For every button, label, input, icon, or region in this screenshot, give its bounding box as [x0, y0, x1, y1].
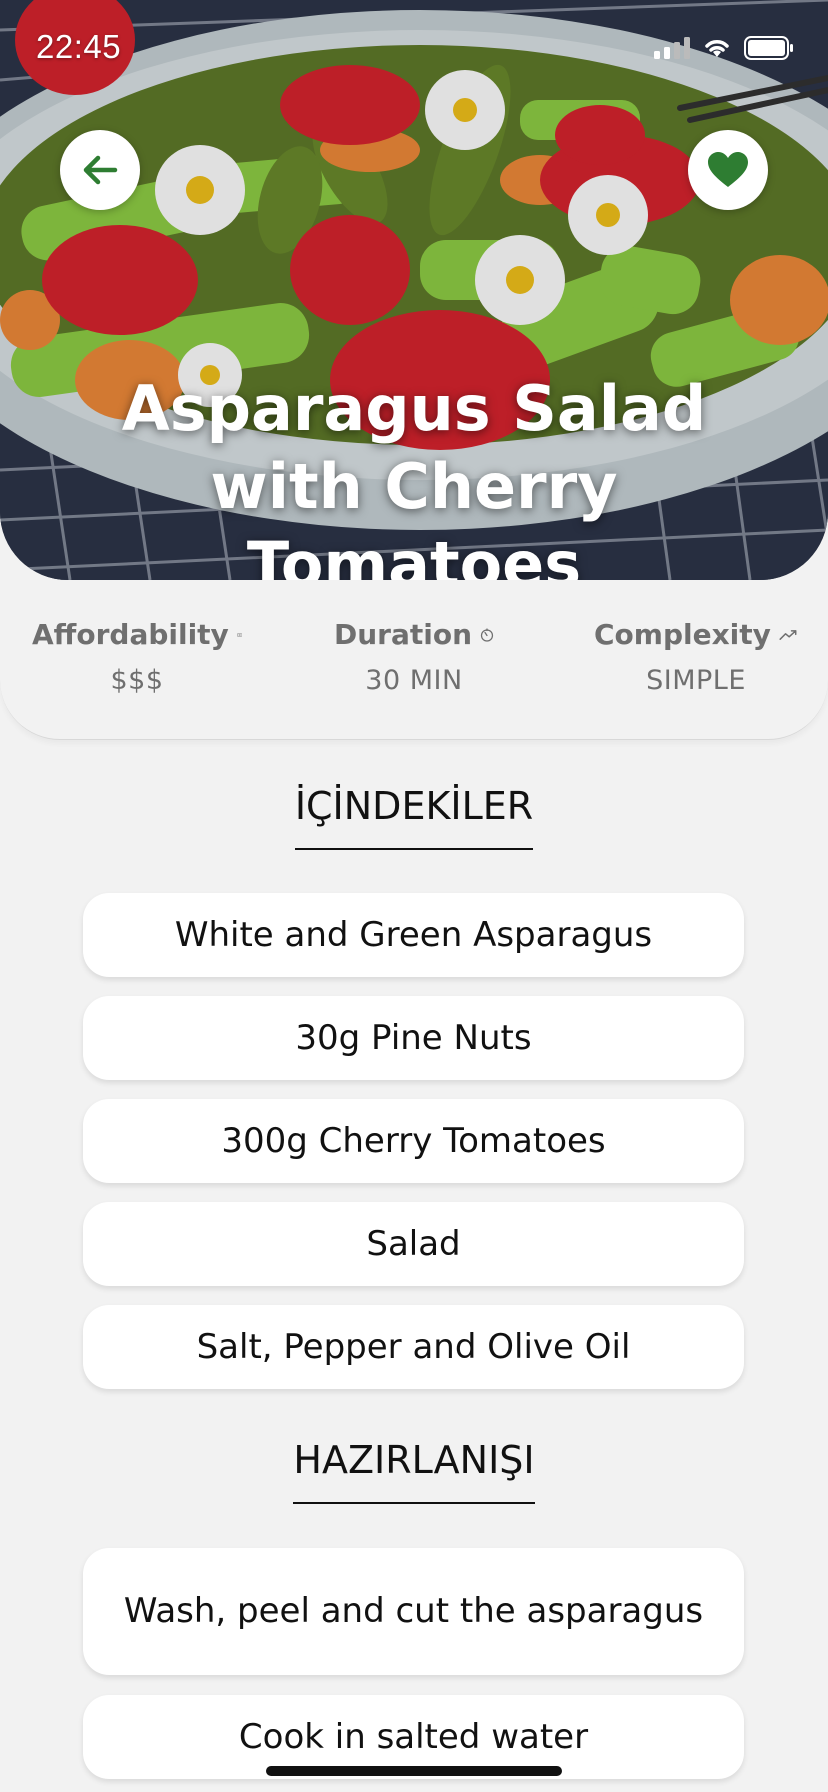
recipe-hero-image: 22:45 Asparagus Salad with Cherry Tomato… — [0, 0, 828, 580]
heart-icon — [708, 152, 748, 187]
trend-icon — [779, 629, 797, 640]
ingredients-heading: İÇİNDEKİLER — [0, 784, 828, 850]
steps-heading: HAZIRLANIŞI — [0, 1438, 828, 1504]
affordability-value: $$$ — [110, 665, 164, 696]
ingredient-item: Salt, Pepper and Olive Oil — [83, 1305, 744, 1389]
signal-icon — [654, 37, 690, 59]
ingredient-item: Salad — [83, 1202, 744, 1286]
duration-info: Duration 30 MIN — [334, 618, 494, 696]
duration-value: 30 MIN — [365, 665, 463, 696]
recipe-title: Asparagus Salad with Cherry Tomatoes — [121, 372, 707, 580]
home-indicator[interactable] — [266, 1766, 562, 1776]
affordability-label: Affordability — [32, 618, 229, 651]
arrow-left-icon — [83, 155, 118, 185]
status-icons — [654, 36, 794, 60]
ingredient-item: White and Green Asparagus — [83, 893, 744, 977]
complexity-value: SIMPLE — [646, 665, 746, 696]
duration-label: Duration — [334, 618, 473, 651]
step-item: Wash, peel and cut the asparagus — [83, 1548, 744, 1675]
status-time: 22:45 — [36, 28, 122, 65]
complexity-info: Complexity SIMPLE — [594, 618, 798, 696]
battery-icon — [744, 36, 793, 60]
ingredient-item: 300g Cherry Tomatoes — [83, 1099, 744, 1183]
wifi-icon — [705, 40, 729, 57]
favorite-button[interactable] — [688, 130, 768, 210]
money-icon — [236, 632, 242, 637]
affordability-info: Affordability $$$ — [32, 618, 242, 696]
recipe-meta-bar: Affordability $$$ Duration 30 MIN Comple… — [0, 580, 828, 740]
complexity-label: Complexity — [594, 618, 771, 651]
ingredient-item: 30g Pine Nuts — [83, 996, 744, 1080]
back-button[interactable] — [60, 130, 140, 210]
timer-icon — [480, 627, 494, 642]
